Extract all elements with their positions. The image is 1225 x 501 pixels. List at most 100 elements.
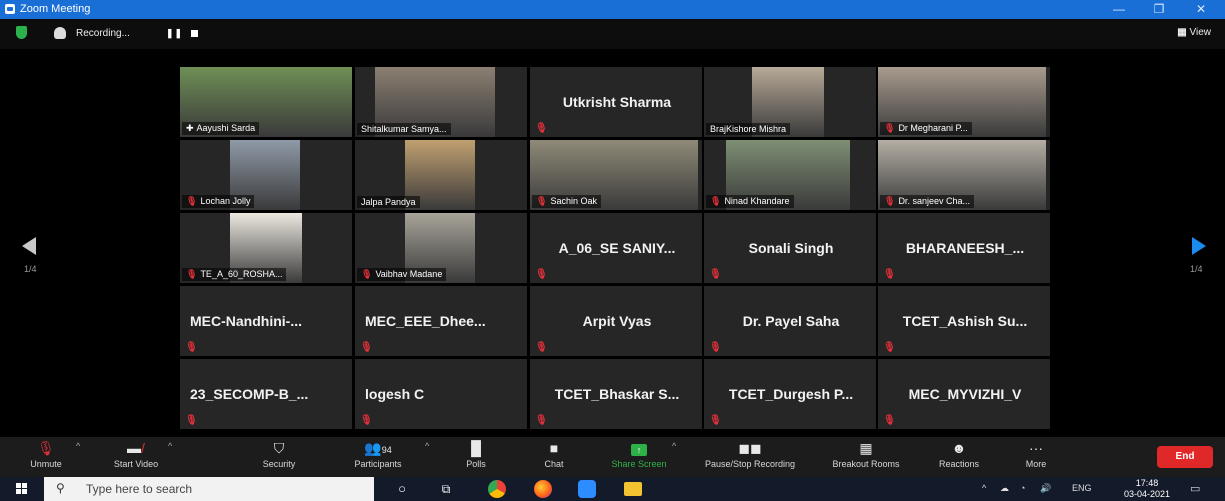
participant-tile[interactable]: 🎙 Sachin Oak — [530, 140, 702, 210]
participant-tile[interactable]: Arpit Vyas 🎙 — [530, 286, 702, 356]
search-icon: ⚲ — [56, 481, 65, 495]
participant-name-label: Jalpa Pandya — [357, 196, 420, 208]
meeting-top-bar: Recording... ❚❚ ▦ View — [0, 19, 1225, 49]
participant-tile[interactable]: MEC_EEE_Dhee... 🎙 — [355, 286, 527, 356]
participants-button[interactable]: 👥94 Participants ^ — [345, 437, 429, 477]
participant-name-label: 🎙 Dr Megharani P... — [880, 122, 972, 135]
window-title-bar: Zoom Meeting — ❐ ✕ — [0, 0, 1225, 19]
participant-tile[interactable]: TCET_Ashish Su... 🎙 — [878, 286, 1050, 356]
chat-bubble-icon: ■ — [549, 440, 559, 456]
participant-name: Utkrisht Sharma — [562, 94, 672, 110]
video-options-chevron-icon[interactable]: ^ — [168, 441, 172, 451]
chat-label: Chat — [544, 459, 564, 469]
participant-name-label: 🎙 Sachin Oak — [532, 195, 601, 208]
more-button[interactable]: ··· More — [1018, 437, 1054, 477]
participant-tile[interactable]: 🎙 TE_A_60_ROSHA... — [180, 213, 352, 283]
participant-tile[interactable]: 🎙 Lochan Jolly — [180, 140, 352, 210]
view-button[interactable]: ▦ View — [1177, 27, 1211, 38]
next-page-arrow-icon[interactable] — [1192, 237, 1206, 255]
previous-page-arrow-icon[interactable] — [22, 237, 36, 255]
share-options-chevron-icon[interactable]: ^ — [672, 441, 676, 451]
task-view-icon[interactable]: ⧉ — [437, 480, 455, 498]
share-screen-button[interactable]: ↑ Share Screen ^ — [602, 437, 676, 477]
participant-tile[interactable]: TCET_Bhaskar S... 🎙 — [530, 359, 702, 429]
participant-tile[interactable]: A_06_SE SANIY... 🎙 — [530, 213, 702, 283]
participant-tile[interactable]: 🎙 Ninad Khandare — [704, 140, 876, 210]
participant-tile[interactable]: Utkrisht Sharma 🎙 — [530, 67, 702, 137]
participant-tile[interactable]: BHARANEESH_... 🎙 — [878, 213, 1050, 283]
chrome-icon[interactable] — [488, 480, 506, 498]
participant-tile[interactable]: Shitalkumar Samya... — [355, 67, 527, 137]
taskbar-date: 03-04-2021 — [1124, 489, 1171, 499]
participant-tile[interactable]: logesh C 🎙 — [355, 359, 527, 429]
pause-stop-recording-label: Pause/Stop Recording — [704, 459, 796, 469]
cortana-circle-icon[interactable]: ○ — [393, 480, 411, 498]
language-indicator[interactable]: ENG — [1072, 483, 1092, 493]
window-title: Zoom Meeting — [20, 3, 91, 15]
stop-recording-button[interactable] — [191, 30, 198, 37]
participant-name: Dr. Payel Saha — [742, 313, 840, 329]
audio-options-chevron-icon[interactable]: ^ — [76, 441, 80, 451]
security-button[interactable]: ⛉ Security — [254, 437, 304, 477]
firefox-icon[interactable] — [534, 480, 552, 498]
participant-name: Aayushi Sarda — [196, 123, 256, 133]
muted-mic-icon: 🎙 — [185, 342, 198, 353]
muted-mic-icon: 🎙 — [535, 123, 548, 134]
participants-chevron-icon[interactable]: ^ — [425, 441, 429, 451]
participant-tile[interactable]: MEC_MYVIZHI_V 🎙 — [878, 359, 1050, 429]
reactions-button[interactable]: ☻ Reactions — [930, 437, 988, 477]
participant-name: A_06_SE SANIY... — [558, 240, 676, 256]
taskbar-search-box[interactable]: ⚲ Type here to search — [44, 477, 374, 501]
participant-name: logesh C — [365, 386, 425, 402]
network-icon[interactable]: ◔ — [1020, 483, 1025, 493]
participant-tile[interactable]: 🎙 Vaibhav Madane — [355, 213, 527, 283]
tray-chevron-icon[interactable]: ^ — [982, 483, 986, 493]
pause-stop-recording-button[interactable]: ◼◼ Pause/Stop Recording — [694, 437, 806, 477]
pause-recording-button[interactable]: ❚❚ — [166, 28, 183, 39]
participant-tile[interactable]: Dr. Payel Saha 🎙 — [704, 286, 876, 356]
participant-tile[interactable]: ✚ Aayushi Sarda — [180, 67, 352, 137]
polls-button[interactable]: ▐▌ Polls — [458, 437, 494, 477]
participant-tile[interactable]: 23_SECOMP-B_... 🎙 — [180, 359, 352, 429]
close-button[interactable]: ✕ — [1186, 1, 1216, 17]
participant-name: TE_A_60_ROSHA... — [200, 269, 283, 279]
participant-tile[interactable]: Sonali Singh 🎙 — [704, 213, 876, 283]
breakout-rooms-button[interactable]: ▦ Breakout Rooms — [826, 437, 906, 477]
end-meeting-button[interactable]: End — [1157, 446, 1213, 468]
minimize-button[interactable]: — — [1104, 1, 1134, 17]
muted-mic-icon: 🎙 — [883, 269, 896, 280]
participant-tile[interactable]: Jalpa Pandya — [355, 140, 527, 210]
participant-name: Jalpa Pandya — [361, 197, 416, 207]
participant-tile[interactable]: MEC-Nandhini-... 🎙 — [180, 286, 352, 356]
participants-label: Participants — [354, 459, 402, 469]
participant-name: Ninad Khandare — [724, 196, 790, 206]
muted-mic-icon: 🎙 — [883, 342, 896, 353]
participant-name: MEC-Nandhini-... — [190, 313, 302, 329]
taskbar-clock[interactable]: 17:48 03-04-2021 — [1124, 478, 1170, 500]
participant-name: Arpit Vyas — [582, 313, 652, 329]
start-video-button[interactable]: ▬/ Start Video ^ — [104, 437, 172, 477]
unmute-button[interactable]: 🎙 Unmute ^ — [22, 437, 80, 477]
participant-tile[interactable]: TCET_Durgesh P... 🎙 — [704, 359, 876, 429]
share-screen-icon: ↑ — [602, 437, 676, 459]
muted-mic-icon: 🎙 — [536, 196, 548, 206]
restore-button[interactable]: ❐ — [1144, 1, 1174, 17]
encryption-shield-icon[interactable] — [16, 26, 27, 39]
participant-name: TCET_Bhaskar S... — [554, 386, 680, 402]
participant-tile[interactable]: 🎙 Dr. sanjeev Cha... — [878, 140, 1050, 210]
onedrive-cloud-icon[interactable]: ☁ — [1000, 483, 1009, 494]
volume-icon[interactable]: 🔊 — [1040, 483, 1051, 494]
participant-tile[interactable]: 🎙 Dr Megharani P... — [878, 67, 1050, 137]
more-ellipsis-icon: ··· — [1029, 440, 1043, 456]
muted-mic-icon: 🎙 — [709, 342, 722, 353]
windows-start-icon[interactable] — [16, 483, 28, 495]
notification-icon[interactable]: ▭ — [1190, 482, 1200, 495]
participant-name: Dr Megharani P... — [898, 123, 968, 133]
participant-name-label: Shitalkumar Samya... — [357, 123, 451, 135]
muted-mic-icon: 🎙 — [186, 269, 198, 279]
participant-tile[interactable]: BrajKishore Mishra — [704, 67, 876, 137]
muted-mic-icon: 🎙 — [710, 196, 722, 206]
chat-button[interactable]: ■ Chat — [536, 437, 572, 477]
file-explorer-icon[interactable] — [624, 482, 642, 496]
zoom-taskbar-icon[interactable] — [578, 480, 596, 498]
